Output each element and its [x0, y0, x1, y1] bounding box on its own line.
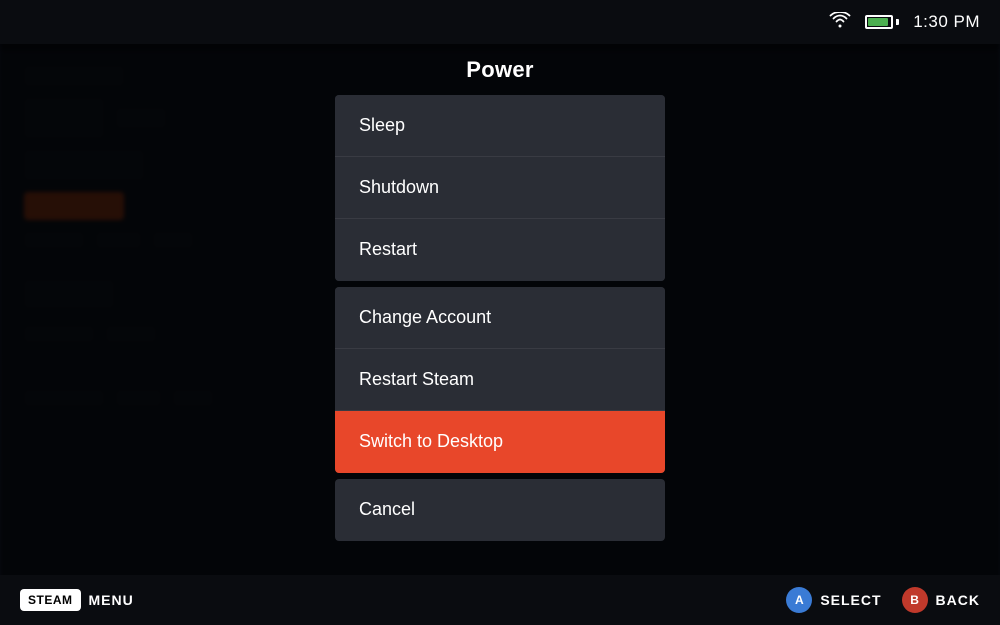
bottom-bar: STEAM MENU A SELECT B BACK — [0, 575, 1000, 625]
menu-label: MENU — [89, 592, 134, 608]
overlay: Power Sleep Shutdown Restart Change Acco… — [0, 44, 1000, 575]
menu-group-3: Cancel — [335, 479, 665, 541]
switch-to-desktop-button[interactable]: Switch to Desktop — [335, 411, 665, 473]
status-bar: 1:30 PM — [0, 0, 1000, 44]
restart-steam-button[interactable]: Restart Steam — [335, 349, 665, 411]
select-label: SELECT — [820, 592, 881, 608]
wifi-icon — [829, 12, 851, 33]
restart-button[interactable]: Restart — [335, 219, 665, 281]
b-button[interactable]: B — [902, 587, 928, 613]
status-time: 1:30 PM — [913, 12, 980, 32]
shutdown-button[interactable]: Shutdown — [335, 157, 665, 219]
battery-icon — [865, 15, 899, 29]
menu-group-1: Sleep Shutdown Restart — [335, 95, 665, 281]
menu-group-2: Change Account Restart Steam Switch to D… — [335, 287, 665, 473]
back-action: B BACK — [902, 587, 980, 613]
a-button[interactable]: A — [786, 587, 812, 613]
steam-menu[interactable]: STEAM MENU — [20, 589, 134, 611]
power-dialog: Power Sleep Shutdown Restart Change Acco… — [335, 57, 665, 543]
group-divider-1 — [335, 283, 665, 287]
sleep-button[interactable]: Sleep — [335, 95, 665, 157]
cancel-button[interactable]: Cancel — [335, 479, 665, 541]
select-action: A SELECT — [786, 587, 881, 613]
steam-badge: STEAM — [20, 589, 81, 611]
change-account-button[interactable]: Change Account — [335, 287, 665, 349]
back-label: BACK — [936, 592, 980, 608]
dialog-title: Power — [335, 57, 665, 83]
bottom-actions: A SELECT B BACK — [786, 587, 980, 613]
group-divider-2 — [335, 475, 665, 479]
